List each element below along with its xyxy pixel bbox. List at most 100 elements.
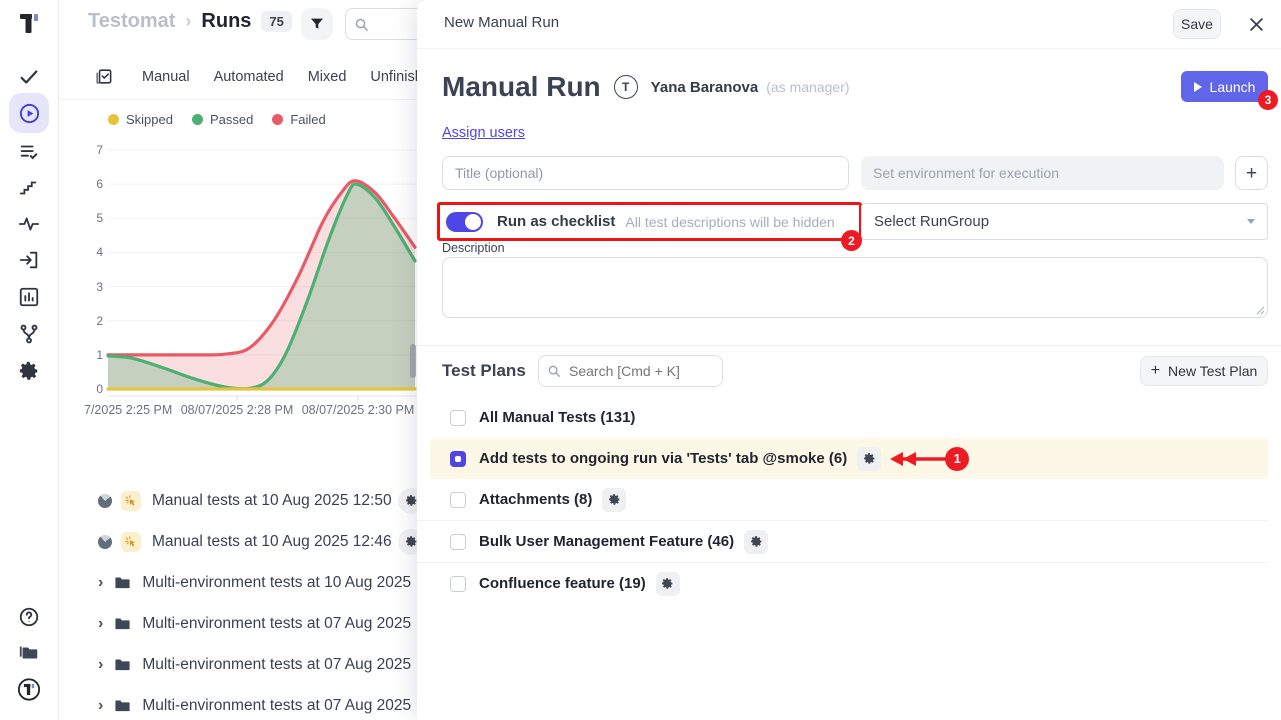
filter-icon bbox=[309, 16, 325, 32]
test-plan-settings-button[interactable] bbox=[602, 488, 626, 512]
tab-manual[interactable]: Manual bbox=[142, 69, 190, 85]
manual-run-icon bbox=[121, 532, 141, 552]
run-as-checklist-toggle[interactable] bbox=[446, 212, 483, 232]
sidebar-item-settings[interactable] bbox=[17, 359, 41, 383]
breadcrumb-page[interactable]: Runs bbox=[201, 10, 251, 33]
search-icon bbox=[547, 364, 561, 378]
checkbox[interactable] bbox=[450, 492, 466, 508]
account-logo-icon[interactable] bbox=[17, 677, 41, 701]
rungroup-value: Select RunGroup bbox=[874, 213, 989, 230]
x-axis-tick: 7/2025 2:25 PM bbox=[84, 403, 172, 417]
test-plan-row[interactable]: Bulk User Management Feature (46) bbox=[417, 521, 1268, 563]
run-title-input[interactable] bbox=[442, 156, 849, 190]
pulse-icon bbox=[18, 213, 40, 235]
sign-in-icon bbox=[18, 249, 40, 271]
y-axis-tick: 6 bbox=[58, 177, 103, 191]
y-axis-tick: 4 bbox=[58, 245, 103, 259]
add-environment-button[interactable]: + bbox=[1235, 156, 1268, 190]
run-label: Multi-environment tests at 07 Aug 2025 bbox=[142, 656, 411, 674]
list-check-icon bbox=[18, 141, 40, 163]
x-axis-tick: 08/07/2025 2:30 PM bbox=[298, 403, 418, 417]
toggle-knob bbox=[465, 214, 481, 230]
sidebar-item-branches[interactable] bbox=[17, 322, 41, 346]
checkbox[interactable] bbox=[450, 534, 466, 550]
breadcrumb: Testomat › Runs 75 bbox=[88, 10, 292, 33]
environment-input[interactable] bbox=[861, 156, 1224, 190]
launch-button[interactable]: Launch bbox=[1181, 71, 1268, 102]
legend-item-failed[interactable]: Failed bbox=[272, 112, 325, 127]
test-plans-search-input[interactable] bbox=[567, 362, 711, 380]
new-test-plan-button[interactable]: + New Test Plan bbox=[1140, 356, 1268, 386]
test-plan-row-selected[interactable]: Add tests to ongoing run via 'Tests' tab… bbox=[430, 438, 1268, 479]
scrollbar-thumb[interactable] bbox=[410, 344, 416, 378]
legend-item-skipped[interactable]: Skipped bbox=[108, 112, 173, 127]
folder-icon bbox=[114, 656, 131, 673]
sidebar-item-help[interactable] bbox=[17, 605, 41, 629]
chevron-right-icon[interactable]: › bbox=[98, 697, 103, 715]
checkbox[interactable] bbox=[450, 410, 466, 426]
chart-legend: Skipped Passed Failed bbox=[108, 112, 326, 127]
sidebar-item-runs[interactable] bbox=[17, 101, 41, 125]
bar-chart-icon bbox=[18, 286, 40, 308]
tab-automated[interactable]: Automated bbox=[214, 69, 284, 85]
launch-label: Launch bbox=[1210, 79, 1256, 95]
test-plan-label: All Manual Tests (131) bbox=[479, 409, 635, 426]
legend-item-passed[interactable]: Passed bbox=[192, 112, 253, 127]
sidebar-item-activity[interactable] bbox=[17, 212, 41, 236]
checkbox[interactable] bbox=[450, 576, 466, 592]
test-plan-settings-button[interactable] bbox=[857, 447, 881, 471]
run-title-row: Manual Run T Yana Baranova (as manager) bbox=[442, 68, 850, 106]
chevron-right-icon[interactable]: › bbox=[98, 615, 103, 633]
close-icon bbox=[1249, 17, 1264, 32]
check-icon bbox=[18, 66, 40, 88]
run-label: Manual tests at 10 Aug 2025 12:46 bbox=[152, 533, 392, 551]
test-plan-row[interactable]: All Manual Tests (131) bbox=[417, 397, 1281, 438]
checkbox-checked[interactable] bbox=[450, 451, 466, 467]
rungroup-select[interactable]: Select RunGroup bbox=[861, 203, 1268, 240]
play-icon bbox=[1194, 82, 1202, 92]
legend-label: Failed bbox=[290, 112, 325, 127]
assign-users-link[interactable]: Assign users bbox=[442, 125, 525, 141]
testomat-logo-icon[interactable] bbox=[16, 11, 42, 42]
sidebar-item-pull-requests[interactable] bbox=[17, 248, 41, 272]
sidebar-item-projects[interactable] bbox=[17, 641, 41, 665]
avatar: T bbox=[614, 75, 638, 99]
select-runs-button[interactable] bbox=[94, 67, 113, 91]
sidebar-item-analytics[interactable] bbox=[17, 176, 41, 200]
help-circle-icon bbox=[18, 606, 40, 628]
save-button[interactable]: Save bbox=[1173, 9, 1221, 39]
annotation-box-checklist: Run as checklist All test descriptions w… bbox=[437, 202, 862, 241]
resize-handle-icon[interactable] bbox=[1256, 306, 1265, 315]
run-type-tabs: Manual Automated Mixed Unfinished bbox=[142, 63, 439, 91]
sidebar-item-plans[interactable] bbox=[17, 140, 41, 164]
chevron-right-icon[interactable]: › bbox=[98, 574, 103, 592]
run-title: Manual Run bbox=[442, 71, 601, 103]
folder-icon bbox=[114, 574, 131, 591]
sidebar-item-reports[interactable] bbox=[17, 285, 41, 309]
description-textarea[interactable] bbox=[442, 257, 1268, 318]
test-plans-heading: Test Plans bbox=[442, 361, 526, 381]
test-plan-settings-button[interactable] bbox=[744, 530, 768, 554]
run-progress-icon bbox=[98, 535, 112, 549]
test-plan-row[interactable]: Confluence feature (19) bbox=[417, 563, 1281, 604]
legend-dot bbox=[108, 114, 119, 125]
tab-mixed[interactable]: Mixed bbox=[308, 69, 347, 85]
test-plans-search bbox=[538, 355, 723, 387]
run-label: Multi-environment tests at 07 Aug 2025 bbox=[142, 697, 411, 715]
close-panel-button[interactable] bbox=[1247, 15, 1265, 33]
panel-header-divider bbox=[417, 48, 1281, 49]
sidebar-item-tests[interactable] bbox=[17, 65, 41, 89]
manager-role: (as manager) bbox=[766, 79, 849, 95]
section-divider bbox=[417, 345, 1281, 346]
test-plan-settings-button[interactable] bbox=[656, 572, 680, 596]
legend-label: Passed bbox=[210, 112, 253, 127]
breadcrumb-project[interactable]: Testomat bbox=[88, 10, 175, 33]
filter-button[interactable] bbox=[301, 8, 333, 40]
x-axis-tick: 08/07/2025 2:28 PM bbox=[177, 403, 297, 417]
chevron-right-icon[interactable]: › bbox=[98, 656, 103, 674]
new-manual-run-panel: New Manual Run Save Manual Run T Yana Ba… bbox=[417, 0, 1281, 720]
folder-icon bbox=[114, 697, 131, 714]
test-plan-label: Add tests to ongoing run via 'Tests' tab… bbox=[479, 450, 847, 467]
test-plan-row[interactable]: Attachments (8) bbox=[417, 479, 1268, 521]
y-axis-tick: 0 bbox=[58, 382, 103, 396]
